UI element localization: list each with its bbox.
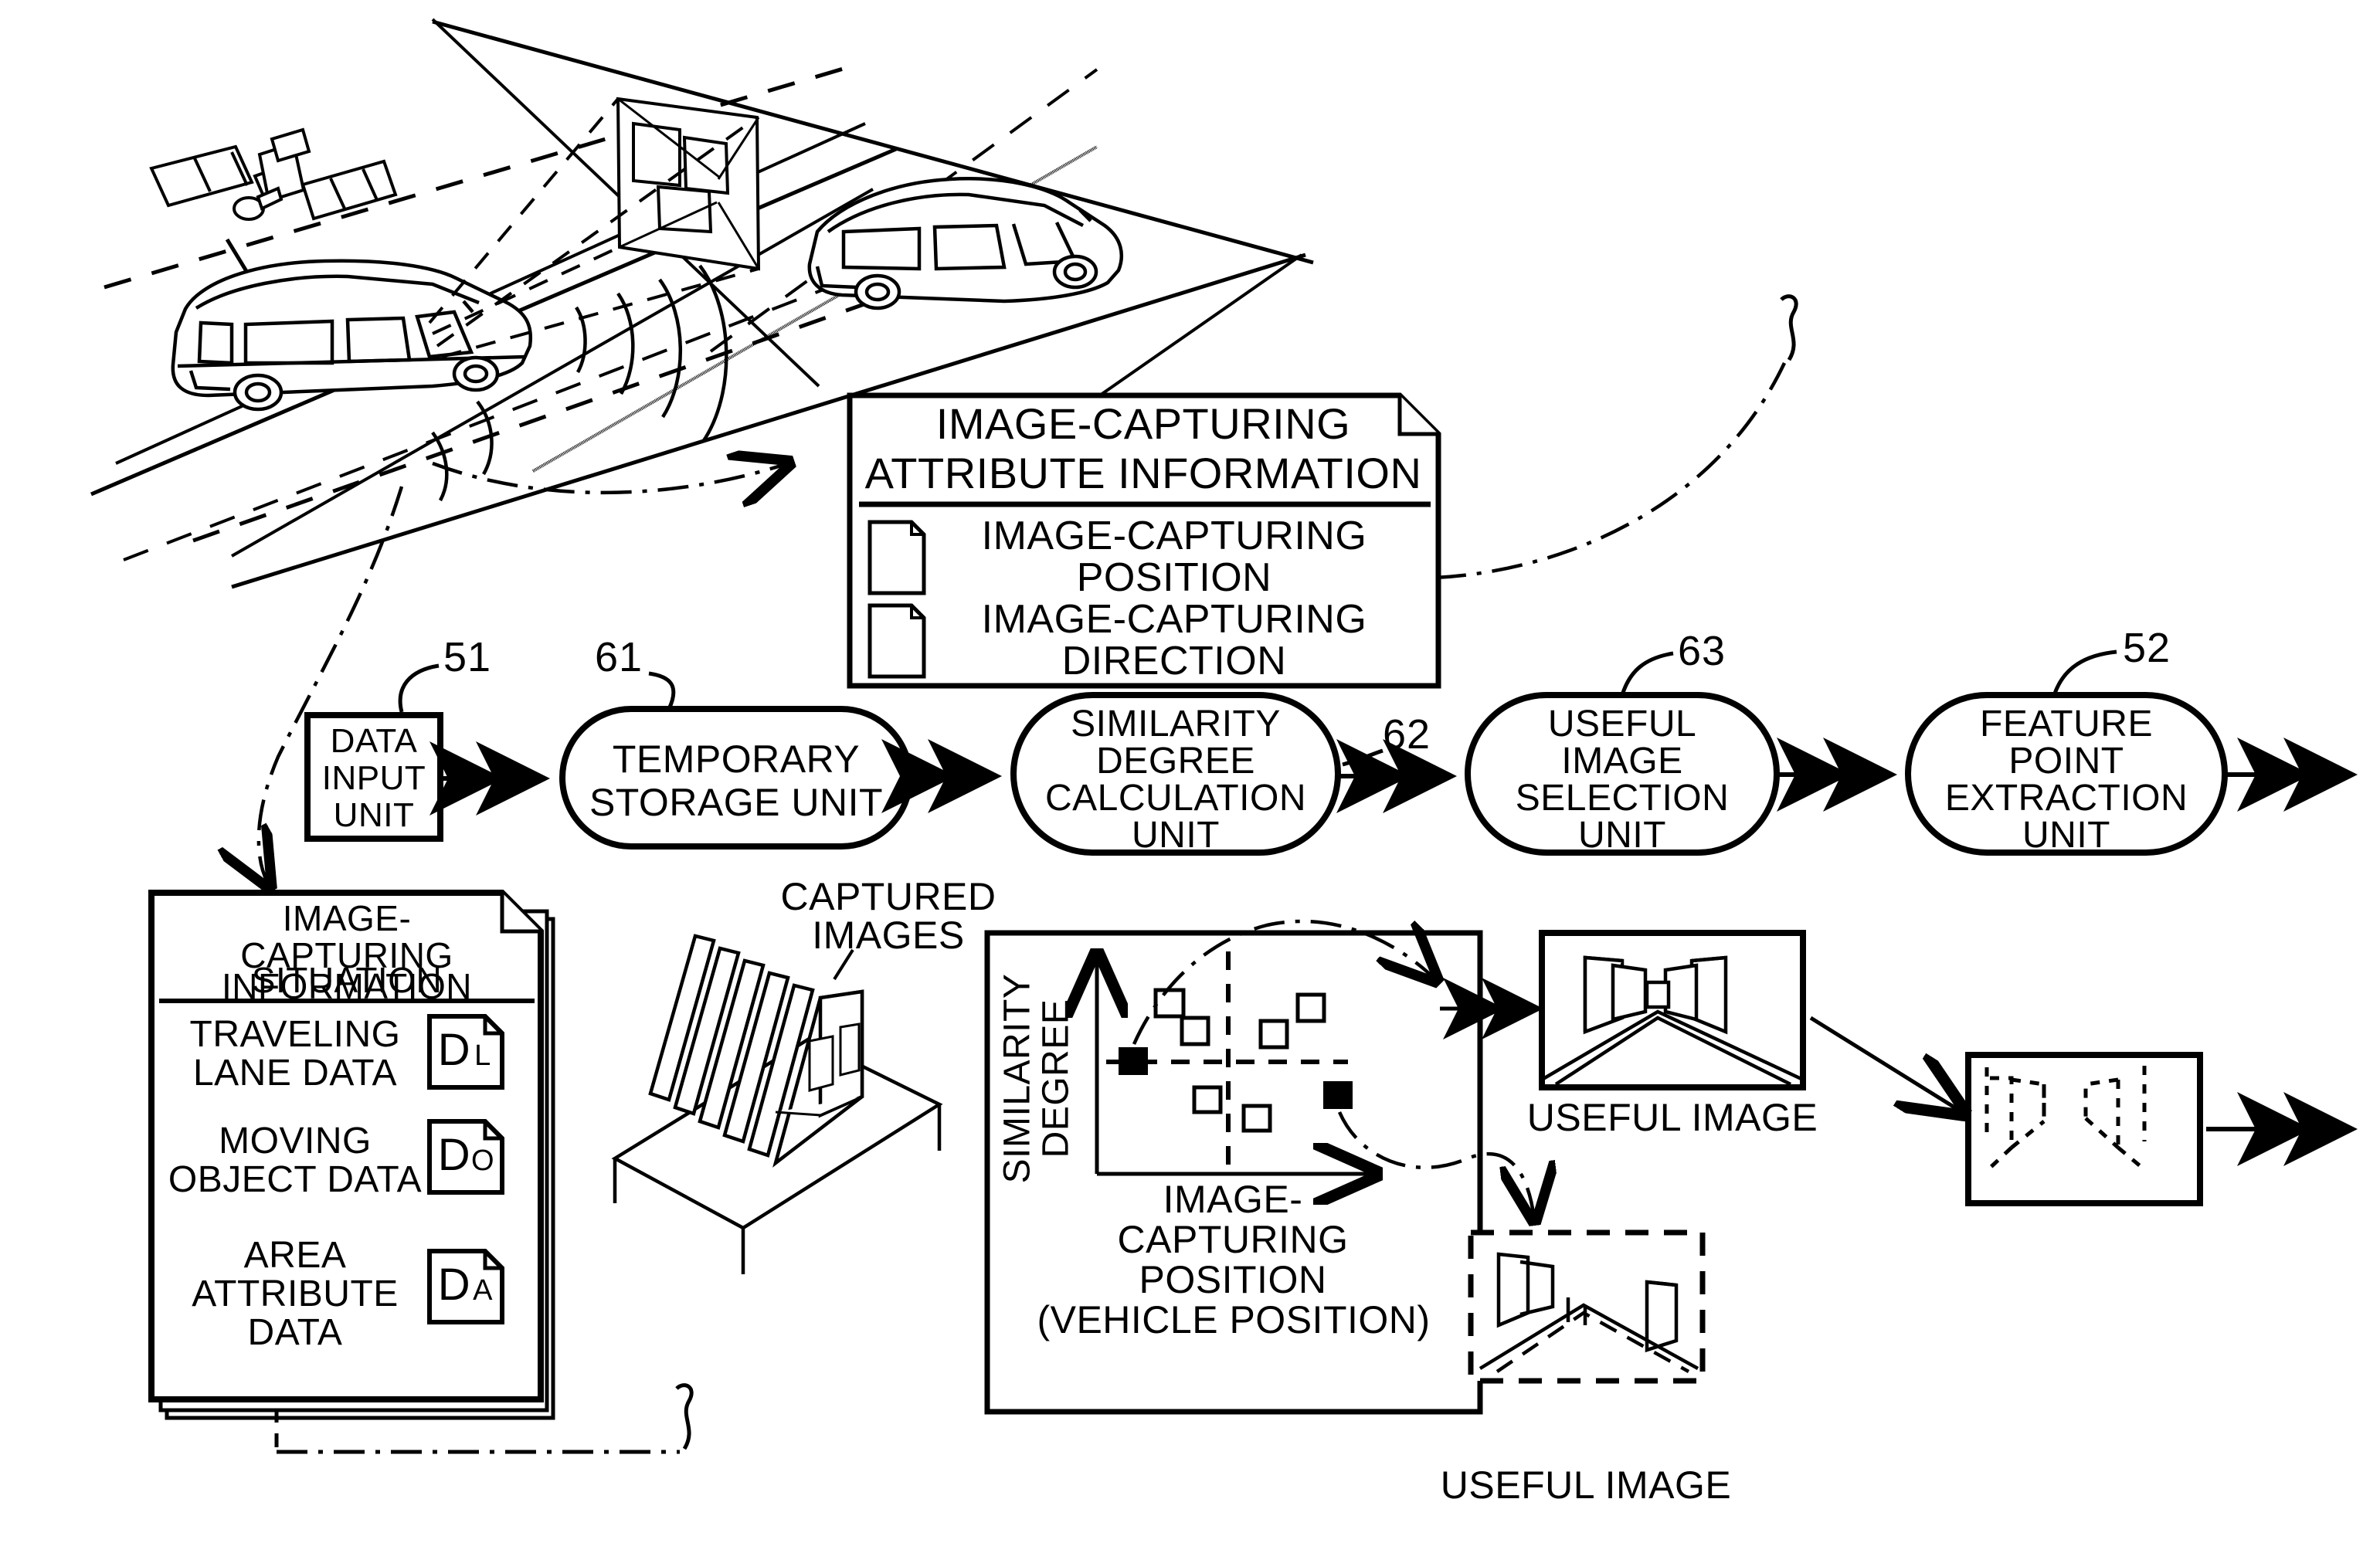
node-label-useful-selection-l1: USEFUL [1547,704,1697,744]
situation-item-moving-l1: MOVING [219,1121,372,1162]
break-squiggle-icon [675,1383,694,1450]
situation-card-title-l1: IMAGE- [282,898,412,938]
chart-xlabel-line2: CAPTURING [1117,1218,1349,1261]
badge-moving-sub: O [470,1145,495,1177]
feature-result-box [1965,1052,2203,1206]
attribute-item-position-line2: POSITION [1076,555,1272,600]
useful-image-top [1539,930,1806,1090]
useful-image-top-label: USEFUL IMAGE [1526,1096,1818,1139]
chart-ylabel-line2: DEGREE [1035,999,1077,1158]
node-label-similarity-l1: SIMILARITY [1071,704,1281,744]
node-label-similarity-l3: CALCULATION [1044,778,1306,819]
captured-images-label-l1: CAPTURED [780,875,996,918]
node-label-data-input-unit-l3: UNIT [333,796,415,834]
situation-item-moving-l2: OBJECT DATA [168,1159,423,1200]
reference-number-51: 51 [443,634,492,680]
attribute-item-position-line1: IMAGE-CAPTURING [981,514,1367,558]
node-label-data-input-unit-l1: DATA [330,722,418,760]
break-squiggle-icon [1780,294,1798,361]
reference-number-61: 61 [595,634,643,680]
node-label-feature-point-l2: POINT [2008,741,2124,782]
situation-item-area-l1: AREA [243,1235,347,1276]
node-label-similarity-l2: DEGREE [1096,741,1255,782]
chart-ylabel-line1: SIMILARITY [996,973,1038,1184]
situation-item-area-l3: DATA [247,1312,343,1353]
node-label-useful-selection-l3: SELECTION [1515,778,1730,819]
station-wagon-icon [171,259,533,412]
reference-number-62: 62 [1383,711,1431,758]
attribute-item-direction-line1: IMAGE-CAPTURING [981,597,1367,642]
node-label-feature-point-l1: FEATURE [1980,704,2153,744]
captured-images-label-l2: IMAGES [812,914,965,957]
badge-lane-sub: L [474,1039,491,1072]
situation-card-title-l4: INFORMATION [221,966,473,1006]
chart-xlabel-line4: (VEHICLE POSITION) [1037,1298,1431,1341]
chart-xlabel-line1: IMAGE- [1163,1178,1303,1221]
gps-satellite-icon [149,127,398,221]
reference-number-63: 63 [1678,628,1726,674]
node-label-similarity-l4: UNIT [1132,815,1220,856]
camera-frustum-icon [616,97,761,271]
document-icon [867,520,926,595]
leader-attribute-card-break [1434,362,1787,580]
document-icon [867,603,926,679]
badge-area-sub: A [473,1274,493,1307]
patent-figure: IMAGE-CAPTURING ATTRIBUTE INFORMATION IM… [0,0,2380,1560]
situation-item-area-l2: ATTRIBUTE [192,1273,399,1314]
node-label-data-input-unit-l2: INPUT [321,759,426,797]
useful-image-bottom-label: USEFUL IMAGE [1440,1463,1732,1507]
node-label-feature-point-l3: EXTRACTION [1944,778,2188,819]
situation-item-lane-l2: LANE DATA [192,1053,398,1094]
image-stack-icon [611,934,943,1274]
node-label-temporary-storage-l2: STORAGE UNIT [589,781,884,824]
attribute-card-title-line1: IMAGE-CAPTURING [935,399,1351,448]
useful-image-bottom [1468,1229,1706,1384]
attribute-card-title-line2: ATTRIBUTE INFORMATION [864,449,1422,497]
node-label-useful-selection-l4: UNIT [1578,815,1666,856]
situation-item-lane-l1: TRAVELING [189,1014,401,1055]
chart-xlabel-line3: POSITION [1139,1258,1327,1301]
node-label-temporary-storage-l1: TEMPORARY [612,738,861,781]
attribute-item-direction-line2: DIRECTION [1061,639,1287,683]
connector-useful-to-feature [1809,1016,1962,1112]
reference-number-52: 52 [2123,625,2171,671]
node-label-feature-point-l4: UNIT [2022,815,2110,856]
node-label-useful-selection-l2: IMAGE [1561,741,1683,782]
